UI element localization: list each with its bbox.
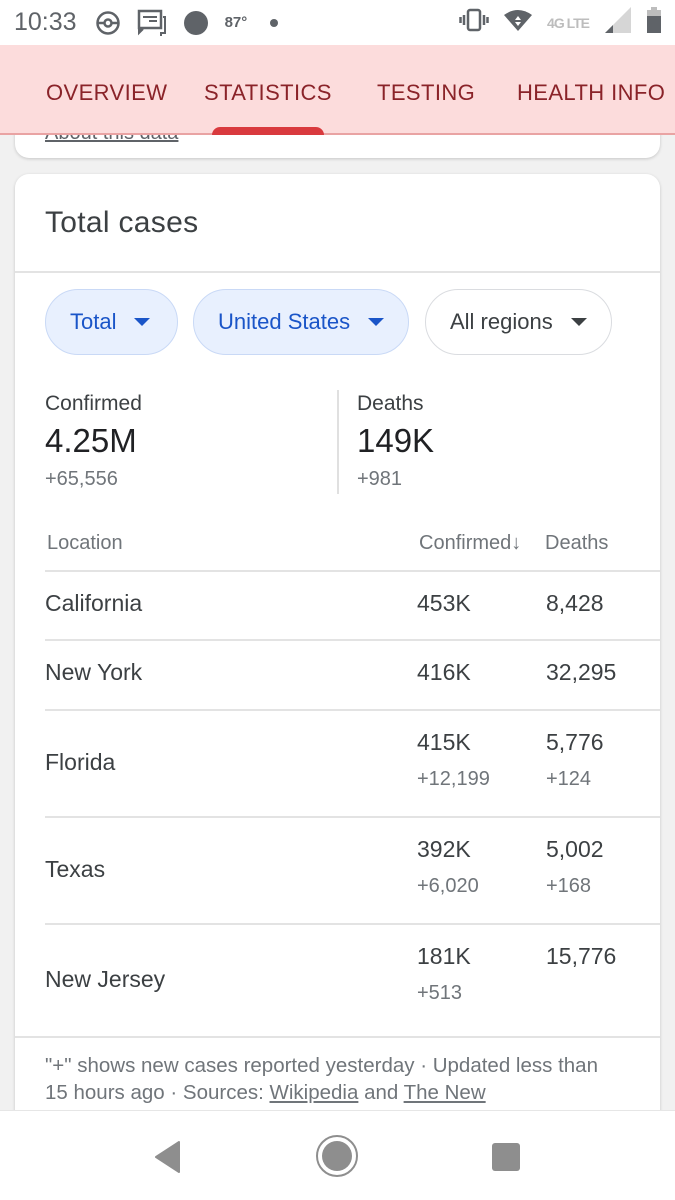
confirmed-header-label: Confirmed <box>419 532 512 554</box>
deaths-cell: 5,776 <box>546 729 604 755</box>
deaths-cell: 8,428 <box>546 590 604 616</box>
temperature: 87° <box>224 14 248 31</box>
table-row[interactable]: New York 416K 32,295 <box>45 639 660 709</box>
table-row[interactable]: Florida 415K 5,776 +12,199 +124 <box>45 709 660 816</box>
back-button[interactable] <box>148 1137 188 1177</box>
deaths-delta-cell: +168 <box>546 875 592 897</box>
home-circle-icon <box>316 1135 358 1177</box>
summary-divider <box>337 390 339 494</box>
network-type: 4G LTE <box>547 14 590 31</box>
footnote-and: and <box>358 1081 404 1104</box>
country-filter-chip[interactable]: United States <box>193 289 409 355</box>
pokeball-icon <box>95 10 121 36</box>
back-triangle-icon <box>155 1141 180 1173</box>
country-filter-label: United States <box>218 309 351 334</box>
region-filter-chip[interactable]: All regions <box>425 289 612 355</box>
deaths-value: 149K <box>357 422 435 459</box>
location-name: New York <box>45 659 143 685</box>
confirmed-cell: 453K <box>417 590 471 616</box>
location-name: Florida <box>45 748 116 775</box>
wifi-icon <box>503 8 533 37</box>
recent-square-icon <box>492 1143 520 1171</box>
location-name: Texas <box>45 855 106 882</box>
column-header-deaths[interactable]: Deaths <box>545 532 608 555</box>
tab-health-info[interactable]: HEALTH INFO <box>517 80 665 106</box>
tab-overview[interactable]: OVERVIEW <box>46 80 167 106</box>
circle-icon <box>183 10 209 36</box>
metric-filter-chip[interactable]: Total <box>45 289 178 355</box>
region-filter-label: All regions <box>450 309 553 334</box>
location-name: New Jersey <box>45 965 166 992</box>
deaths-cell: 5,002 <box>546 836 604 862</box>
divider <box>15 271 660 273</box>
tab-testing[interactable]: TESTING <box>377 80 475 106</box>
confirmed-cell: 392K <box>417 836 471 862</box>
deaths-summary: Deaths 149K +981 <box>357 392 434 491</box>
confirmed-delta-cell: +12,199 <box>417 768 490 790</box>
active-tab-indicator <box>212 127 324 135</box>
sort-arrow-down-icon: ↓ <box>511 532 522 554</box>
signal-icon <box>603 5 633 40</box>
confirmed-label: Confirmed <box>45 392 142 415</box>
caret-down-icon <box>368 318 385 326</box>
table-row[interactable]: Texas 392K 5,002 +6,020 +168 <box>45 816 660 923</box>
footnote: "+" shows new cases reported yesterday ·… <box>45 1052 625 1106</box>
caret-down-icon <box>570 318 587 326</box>
nyt-link[interactable]: The New <box>404 1081 486 1104</box>
confirmed-cell: 415K <box>417 729 471 755</box>
wikipedia-link[interactable]: Wikipedia <box>270 1081 359 1104</box>
tab-statistics[interactable]: STATISTICS <box>204 80 332 106</box>
dot-icon <box>269 18 279 28</box>
column-header-location: Location <box>47 532 123 554</box>
confirmed-value: 4.25M <box>45 422 137 459</box>
deaths-label: Deaths <box>357 392 424 415</box>
confirmed-cell: 416K <box>417 659 471 685</box>
card-title: Total cases <box>45 206 199 239</box>
table-row[interactable]: California 453K 8,428 <box>45 570 660 639</box>
status-bar: 10:33 87° 4G LTE <box>0 0 675 45</box>
total-cases-card: Total cases Total United States All regi… <box>15 174 660 1174</box>
metric-filter-label: Total <box>70 309 117 334</box>
row-divider <box>15 1036 660 1038</box>
table-row[interactable]: New Jersey 181K 15,776 +513 <box>45 923 660 1036</box>
navigation-bar <box>0 1110 675 1200</box>
caret-down-icon <box>134 318 151 326</box>
confirmed-cell: 181K <box>417 943 471 969</box>
confirmed-summary: Confirmed 4.25M +65,556 <box>45 392 142 491</box>
recent-apps-button[interactable] <box>486 1137 526 1177</box>
deaths-delta: +981 <box>357 468 403 490</box>
deaths-cell: 15,776 <box>546 943 617 969</box>
deaths-cell: 32,295 <box>546 659 617 685</box>
location-name: California <box>45 590 143 616</box>
messages-icon <box>137 9 167 37</box>
vibrate-icon <box>459 8 489 37</box>
column-header-confirmed[interactable]: Confirmed↓ <box>419 532 521 555</box>
confirmed-delta: +65,556 <box>45 468 118 490</box>
confirmed-delta-cell: +6,020 <box>417 875 479 897</box>
home-button[interactable] <box>314 1133 360 1179</box>
battery-icon <box>647 7 661 38</box>
tab-bar: OVERVIEW STATISTICS TESTING HEALTH INFO <box>0 45 675 135</box>
status-time: 10:33 <box>14 8 77 36</box>
confirmed-delta-cell: +513 <box>417 982 463 1004</box>
deaths-delta-cell: +124 <box>546 768 592 790</box>
